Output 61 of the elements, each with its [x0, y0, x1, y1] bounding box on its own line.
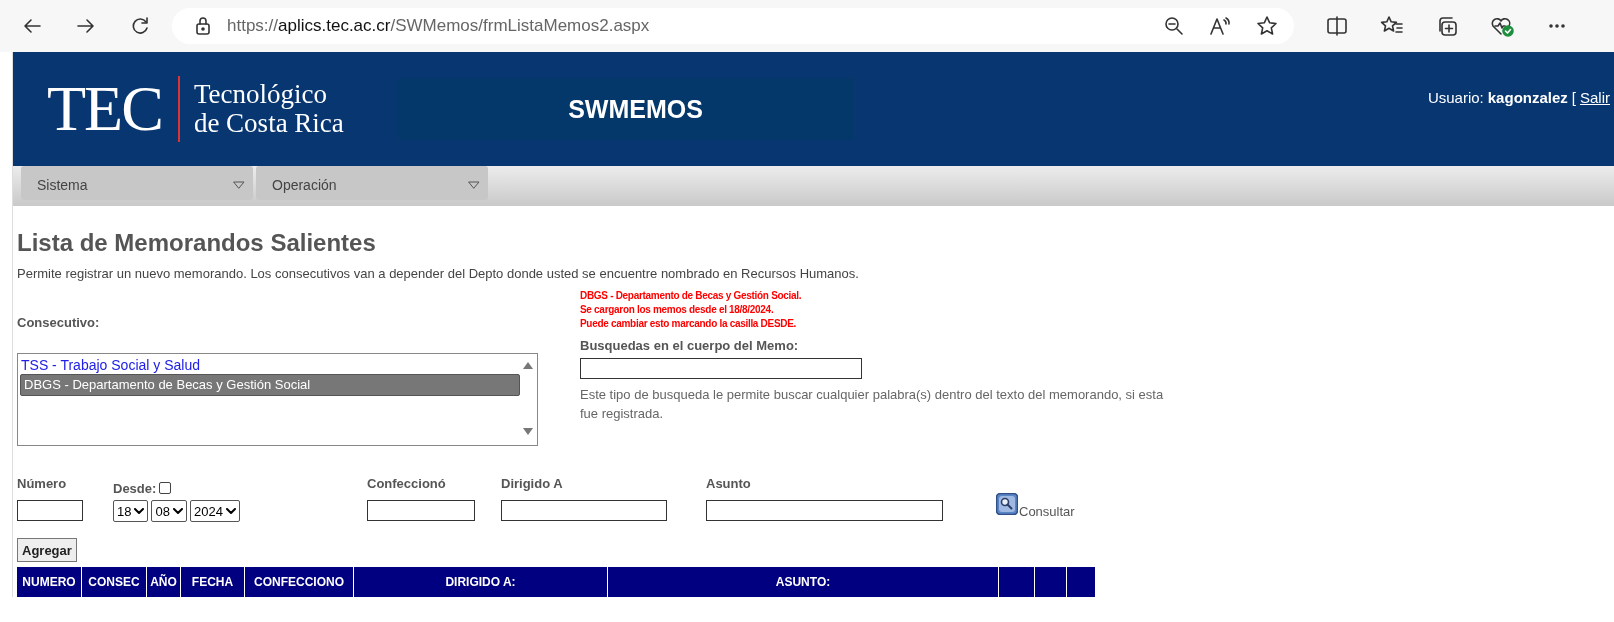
dirigido-field[interactable] [501, 500, 667, 521]
column-header: AÑO [147, 567, 181, 597]
app-title: SWMEMOS [398, 78, 853, 140]
field-label: Busquedas en el cuerpo del Memo: [580, 338, 800, 353]
search-icon [996, 493, 1018, 515]
search-field[interactable] [580, 358, 862, 379]
consult-button[interactable]: Consultar [996, 493, 1075, 515]
menu-item[interactable]: Operación [256, 166, 488, 200]
split-screen-icon[interactable] [1326, 15, 1348, 37]
scroll-up-icon [523, 362, 533, 369]
column-header: CONSEC [82, 567, 147, 597]
page-description: Permite registrar un nuevo memorando. Los consecutivos van a depender del Depto donde usted se encuentre nombrado en Recursos Humanos. [17, 266, 860, 281]
heart-check-icon[interactable] [1490, 15, 1514, 37]
column-header: FECHA [181, 567, 245, 597]
scroll-down-icon [523, 428, 533, 435]
day-select[interactable]: 18 [113, 500, 149, 522]
zoom-out-icon[interactable] [1164, 16, 1184, 36]
asunto-field[interactable] [706, 500, 943, 521]
address-bar[interactable]: https://aplics.tec.ac.cr/SWMemos/frmListaMemos2.aspx [172, 8, 1294, 44]
field-label: Dirigido A [501, 476, 564, 493]
logout-link[interactable]: Salir [1580, 89, 1610, 106]
caret-icon [233, 181, 245, 189]
collections-icon[interactable] [1436, 15, 1458, 37]
column-header: CONFECCIONO [245, 567, 354, 597]
search-hint: Este tipo de busqueda le permite buscar cualquier palabra(s) dentro del texto del memorando, si esta fue registrada. [580, 386, 1165, 423]
confecciono-field[interactable] [367, 500, 475, 521]
field-label: Desde: [113, 480, 157, 496]
month-select[interactable]: 08 [151, 500, 187, 522]
number-field[interactable] [17, 500, 83, 521]
logo-text: de Costa Rica [193, 109, 344, 138]
caret-icon [468, 181, 480, 189]
add-button[interactable]: Agregar [17, 538, 77, 562]
user-name: kagonzalez [1487, 89, 1568, 106]
page-title: Lista de Memorandos Salientes [17, 228, 377, 258]
url-text: https://aplics.tec.ac.cr/SWMemos/frmListaMemos2.aspx [227, 16, 650, 36]
star-icon[interactable] [1256, 15, 1278, 37]
chevron-icon [225, 507, 236, 515]
consecutivo-listbox[interactable]: TSS - Trabajo Social y Salud DBGS - Departamento de Becas y Gestión Social [17, 353, 538, 446]
column-header: NUMERO [17, 567, 82, 597]
desde-checkbox[interactable] [159, 482, 172, 494]
logo-mark: TEC [47, 72, 162, 146]
chevron-icon [172, 507, 183, 515]
field-label: Número [17, 476, 68, 493]
column-header: ASUNTO: [608, 567, 999, 597]
lock-icon [195, 16, 211, 36]
read-aloud-icon[interactable] [1209, 16, 1231, 36]
notice-text: Se cargaron los memos desde el 18/8/2024. [580, 303, 775, 317]
list-option[interactable]: TSS - Trabajo Social y Salud [20, 356, 520, 374]
notice-text: DBGS - Departamento de Becas y Gestión Social. [580, 289, 803, 303]
column-header: DIRIGIDO A: [354, 567, 608, 597]
logo-text: Tecnológico [193, 80, 328, 109]
notice-text: Puede cambiar esto marcando la casilla DESDE. [580, 317, 798, 331]
list-option[interactable]: DBGS - Departamento de Becas y Gestión Social [20, 374, 520, 396]
bracket-text: [ [1571, 89, 1576, 106]
menu-item[interactable]: Sistema [21, 166, 253, 200]
field-label: Consecutivo: [17, 315, 101, 330]
chevron-icon [134, 507, 145, 515]
field-label: Asunto [706, 476, 752, 493]
year-select[interactable]: 2024 [189, 500, 240, 522]
user-label: Usuario: [1427, 89, 1484, 106]
field-label: Confeccionó [367, 476, 447, 493]
